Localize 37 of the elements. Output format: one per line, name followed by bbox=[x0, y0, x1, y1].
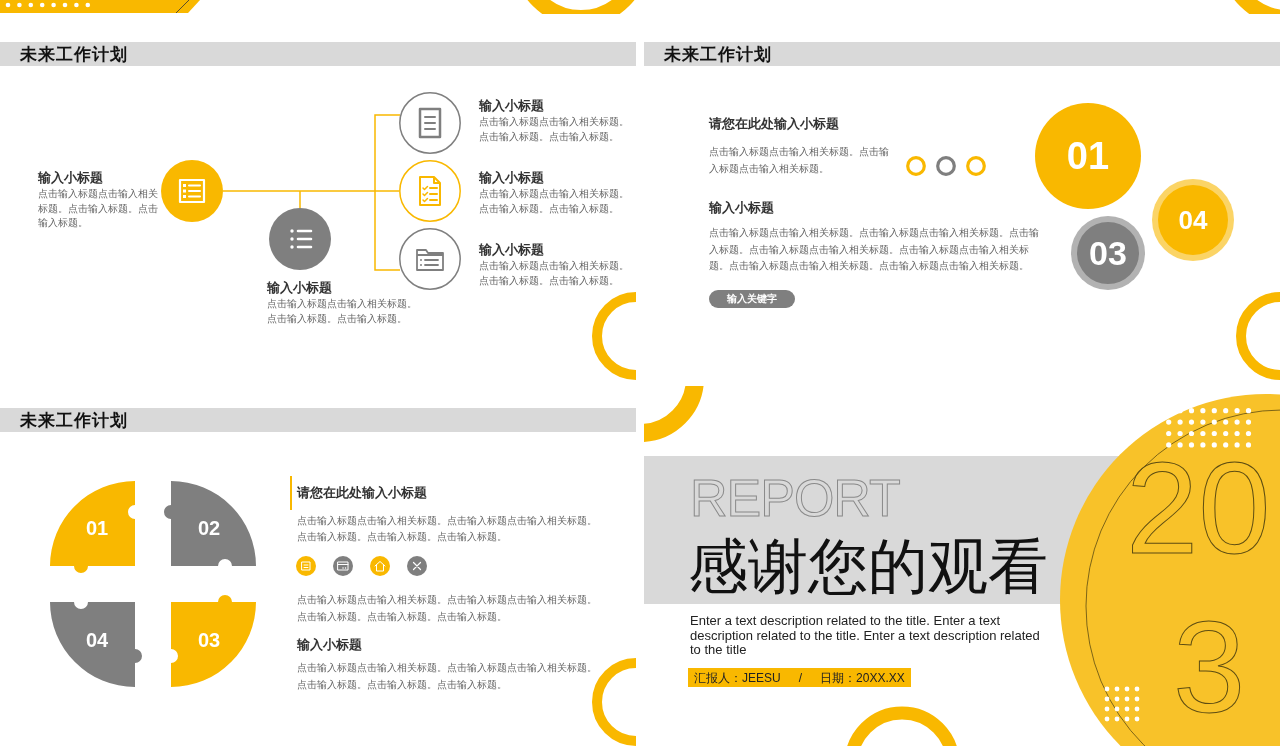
outline-number: 20 bbox=[1126, 443, 1271, 573]
subtitle: 输入小标题 bbox=[479, 97, 545, 115]
keyword-tag: 输入关键字 bbox=[709, 289, 795, 308]
section-heading: 请您在此处输入小标题 bbox=[290, 476, 602, 510]
piece-number: 01 bbox=[85, 517, 109, 539]
body-text: 点击输入标题点击输入相关标题。点击输入标题点击输入相关标题。点击输入标题。点击输入标题。点击输入标题。 bbox=[297, 661, 598, 692]
body-text: 点击输入标题点击输入相关标题。点击输入标题。点击输入标题。 bbox=[479, 115, 630, 144]
subtitle: 输入小标题 bbox=[479, 169, 545, 187]
subtitle: 输入小标题 bbox=[297, 636, 363, 654]
slide-title: 未来工作计划 bbox=[20, 411, 128, 429]
body-text: 点击输入标题点击输入相关标题。点击输入标题点击输入相关标题。 bbox=[709, 145, 890, 176]
slide-title: 未来工作计划 bbox=[664, 45, 772, 63]
body-text: 点击输入标题点击输入相关标题。点击输入标题点击输入相关标题。点击输入标题。点击输入标题。点击输入标题。 bbox=[297, 593, 598, 624]
reporter-label: 汇报人：JEESU bbox=[694, 670, 781, 685]
date-label: 日期：20XX.XX bbox=[820, 670, 905, 685]
body-text: 点击输入标题点击输入相关标题。点击输入标题。点击输入标题。 bbox=[38, 187, 159, 230]
body-text: 点击输入标题点击输入相关标题。点击输入标题。点击输入标题。 bbox=[479, 187, 630, 216]
dot-grid-drawing bbox=[1102, 684, 1142, 724]
slide-title: 未来工作计划 bbox=[20, 45, 128, 63]
subtitle: 输入小标题 bbox=[267, 279, 333, 297]
piece-number: 02 bbox=[197, 517, 221, 539]
ring-decoration bbox=[644, 386, 704, 443]
piece-number: 04 bbox=[85, 629, 109, 651]
body-text: 点击输入标题点击输入相关标题。点击输入标题点击输入相关标题。点击输入标题。点击输入标题。点击输入标题。 bbox=[297, 514, 598, 544]
body-text: 点击输入标题点击输入相关标题。点击输入标题点击输入相关标题。点击输入标题。点击输入标题点击输入相关标题。点击输入标题点击输入相关标题。点击输入标题点击输入相关标题。点击输入标题点击输入相关标题。 bbox=[709, 226, 1040, 273]
subtitle: 请您在此处输入小标题 bbox=[709, 115, 840, 133]
body-text: 点击输入标题点击输入相关标题。点击输入标题。点击输入标题。 bbox=[479, 259, 630, 288]
overline-text: REPORT bbox=[690, 472, 900, 524]
subtitle: 输入小标题 bbox=[479, 241, 545, 259]
piece-number: 03 bbox=[197, 629, 221, 651]
separator-text: / bbox=[798, 670, 803, 685]
body-text: 点击输入标题点击输入相关标题。点击输入标题。点击输入标题。 bbox=[267, 297, 418, 326]
subtitle: 输入小标题 bbox=[38, 169, 104, 187]
slide-title: 感谢您的观看 bbox=[688, 535, 1048, 599]
description-text: Enter a text description related to the title. Enter a text description related to the title. Enter a text description related to the title bbox=[690, 614, 1041, 658]
outline-number: 3 bbox=[1173, 602, 1246, 732]
subtitle: 输入小标题 bbox=[709, 199, 775, 217]
